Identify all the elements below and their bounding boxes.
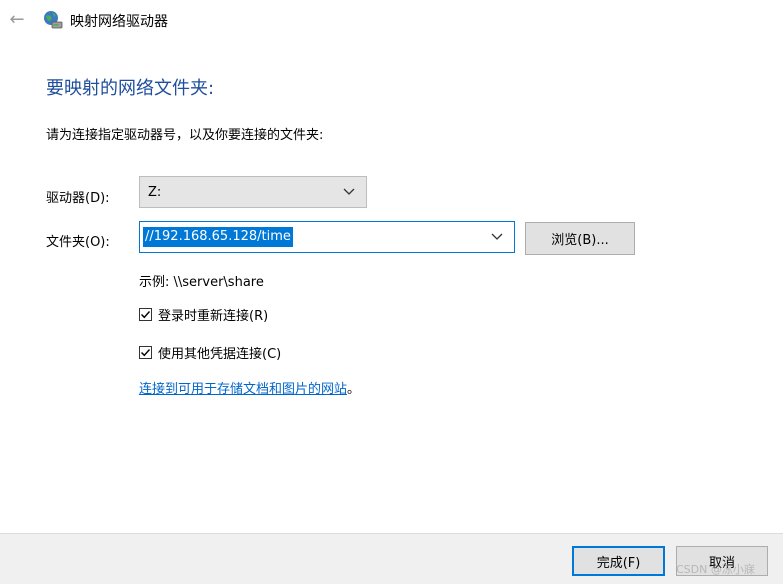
folder-label: 文件夹(O): <box>46 235 110 250</box>
connect-to-website-link[interactable]: 连接到可用于存储文档和图片的网站 <box>139 382 347 397</box>
drive-letter-select[interactable]: Z: <box>139 176 367 208</box>
back-arrow-icon[interactable]: ← <box>6 8 28 30</box>
chevron-down-icon <box>342 185 356 199</box>
instruction-text: 请为连接指定驱动器号，以及你要连接的文件夹: <box>46 128 324 143</box>
checkmark-icon[interactable] <box>139 346 152 359</box>
drive-letter-value: Z: <box>148 184 162 200</box>
footer-bar <box>0 533 783 584</box>
page-heading: 要映射的网络文件夹: <box>46 78 215 99</box>
use-other-credentials-checkbox[interactable]: 使用其他凭据连接(C) <box>139 343 281 362</box>
drive-label: 驱动器(D): <box>46 191 110 206</box>
folder-path-value[interactable]: //192.168.65.128/time <box>143 227 293 247</box>
website-link-line: 连接到可用于存储文档和图片的网站。 <box>139 378 360 397</box>
reconnect-label: 登录时重新连接(R) <box>158 309 269 324</box>
browse-button[interactable]: 浏览(B)... <box>525 222 635 255</box>
link-suffix: 。 <box>347 382 361 397</box>
example-text: 示例: \\server\share <box>139 275 264 290</box>
checkmark-icon[interactable] <box>139 308 152 321</box>
folder-path-combobox[interactable]: //192.168.65.128/time <box>139 221 515 253</box>
reconnect-at-signin-checkbox[interactable]: 登录时重新连接(R) <box>139 305 268 324</box>
other-credentials-label: 使用其他凭据连接(C) <box>158 347 282 362</box>
cancel-button[interactable]: 取消 <box>676 546 768 576</box>
chevron-down-icon[interactable] <box>490 230 504 244</box>
finish-button[interactable]: 完成(F) <box>572 546 665 576</box>
window-title: 映射网络驱动器 <box>70 14 168 30</box>
network-drive-icon <box>43 10 63 30</box>
